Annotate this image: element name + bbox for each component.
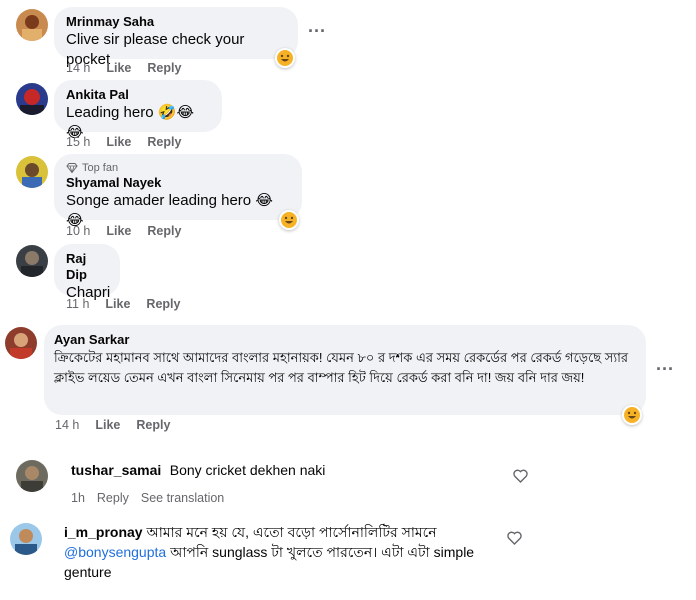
comment-bubble-raj: Raj Dip Chapri [54, 244, 120, 301]
comment-bubble-ayan: Ayan Sarkar ক্রিকেটের মহামানব সাথে আমাদে… [44, 325, 646, 415]
comment-time[interactable]: 14 h [55, 417, 79, 433]
comment-text: Bony cricket dekhen naki [169, 462, 326, 478]
laugh-reaction-icon[interactable] [275, 48, 295, 68]
comment-text: ক্রিকেটের মহামানব সাথে আমাদের বাংলার মহা… [54, 350, 629, 385]
comment-text: Leading hero [66, 104, 154, 121]
comment-meta: 15 h Like Reply [66, 134, 181, 150]
comment-bubble-ankita: Ankita Pal Leading hero 🤣😂😂 [54, 80, 222, 141]
comment-text: Songe amader leading hero [66, 192, 252, 209]
reply-button[interactable]: Reply [147, 60, 181, 76]
comment-time[interactable]: 15 h [66, 134, 90, 150]
commenter-name[interactable]: Raj Dip [66, 251, 108, 283]
commenter-name[interactable]: Ayan Sarkar [54, 332, 636, 348]
comment-meta: 10 h Like Reply [66, 223, 181, 239]
top-fan-badge: Top fan [66, 161, 290, 175]
heart-outline-icon[interactable] [507, 531, 522, 545]
comment-time[interactable]: 10 h [66, 223, 90, 239]
diamond-icon [66, 163, 78, 173]
mention-link[interactable]: @bonysengupta [64, 544, 166, 560]
comment-time[interactable]: 14 h [66, 60, 90, 76]
commenter-name[interactable]: Shyamal Nayek [66, 175, 290, 191]
comment-bubble-mrinmay: Mrinmay Saha Clive sir please check your… [54, 7, 298, 68]
avatar-tushar-samai[interactable] [16, 460, 48, 492]
reply-button[interactable]: Reply [147, 134, 181, 150]
commenter-name[interactable]: tushar_samai [71, 462, 161, 478]
more-options-icon[interactable]: ··· [308, 22, 326, 40]
reply-button[interactable]: Reply [97, 490, 129, 506]
laugh-reaction-icon[interactable] [622, 405, 642, 425]
see-translation-link[interactable]: See translation [141, 490, 224, 506]
plain-comment-tushar: tushar_samai Bony cricket dekhen naki [71, 462, 325, 480]
heart-outline-icon[interactable] [513, 469, 528, 483]
comment-text: আমার মনে হয় যে, এতো বড়ো পার্সোনালিটির … [146, 524, 437, 540]
commenter-name[interactable]: Mrinmay Saha [66, 14, 286, 30]
reply-button[interactable]: Reply [146, 296, 180, 312]
comment-meta: 14 h Like Reply [55, 417, 170, 433]
more-options-icon[interactable]: ··· [656, 360, 674, 378]
laugh-reaction-icon[interactable] [279, 210, 299, 230]
avatar-shyamal-nayek[interactable] [16, 156, 48, 188]
comment-bubble-shyamal: Top fan Shyamal Nayek Songe amader leadi… [54, 154, 302, 229]
like-button[interactable]: Like [105, 296, 130, 312]
plain-comment-pronay: i_m_pronay আমার মনে হয় যে, এতো বড়ো পার… [64, 522, 504, 582]
comment-time: 1h [71, 491, 85, 505]
commenter-name[interactable]: i_m_pronay [64, 524, 143, 540]
like-button[interactable]: Like [106, 134, 131, 150]
comment-meta: 1h Reply See translation [71, 490, 224, 506]
comment-time[interactable]: 11 h [66, 296, 89, 312]
rolling-laugh-emoji: 🤣 [157, 104, 177, 121]
like-button[interactable]: Like [95, 417, 120, 433]
like-button[interactable]: Like [106, 60, 131, 76]
comment-meta: 11 h Like Reply [66, 296, 180, 312]
reply-button[interactable]: Reply [147, 223, 181, 239]
reply-button[interactable]: Reply [136, 417, 170, 433]
avatar-raj-dip[interactable] [16, 245, 48, 277]
avatar-mrinmay-saha[interactable] [16, 9, 48, 41]
like-button[interactable]: Like [106, 223, 131, 239]
commenter-name[interactable]: Ankita Pal [66, 87, 210, 103]
avatar-i-m-pronay[interactable] [10, 523, 42, 555]
top-fan-label: Top fan [82, 162, 119, 174]
avatar-ankita-pal[interactable] [16, 83, 48, 115]
avatar-ayan-sarkar[interactable] [5, 327, 37, 359]
comment-meta: 14 h Like Reply [66, 60, 181, 76]
